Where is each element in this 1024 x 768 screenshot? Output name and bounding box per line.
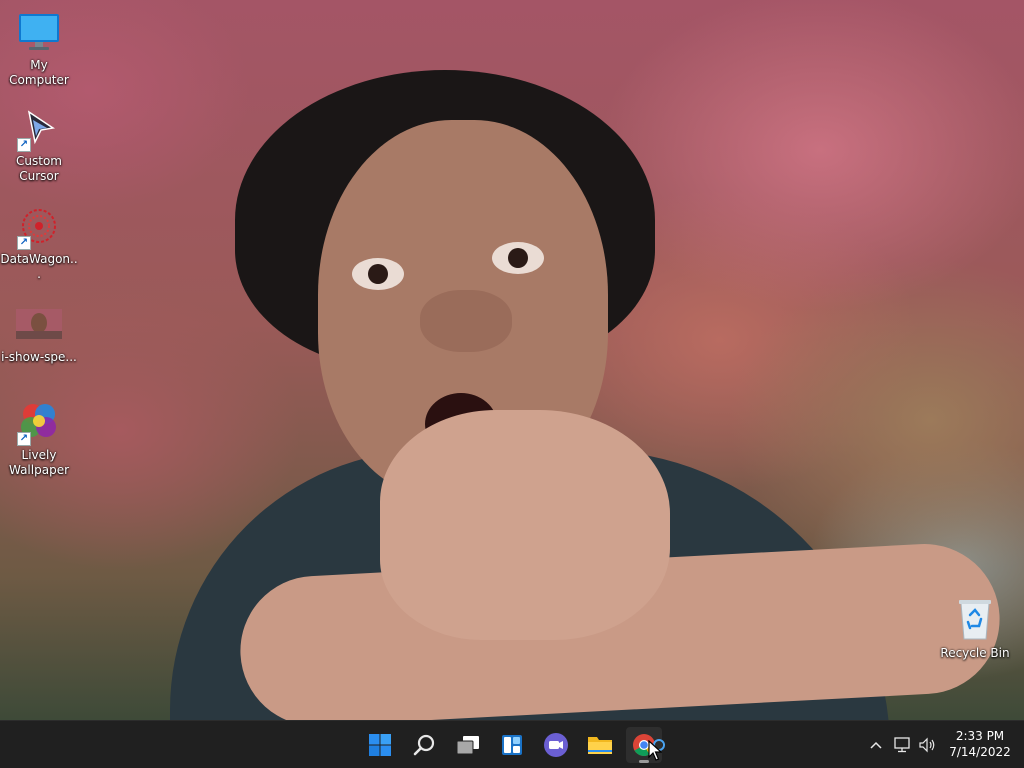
wallpaper-nose: [420, 290, 512, 352]
chevron-up-icon: [870, 741, 882, 749]
windows-start-icon: [369, 734, 391, 756]
task-view-button[interactable]: [450, 727, 486, 763]
red-circle-logo-icon: ↗: [15, 202, 63, 250]
desktop-icon-label: Custom Cursor: [16, 154, 62, 183]
desktop-icon-my-computer[interactable]: My Computer: [0, 8, 78, 88]
lively-wallpaper-icon: ↗: [15, 398, 63, 446]
file-explorer-button[interactable]: [582, 727, 618, 763]
search-icon: [413, 734, 435, 756]
wallpaper-left-eye: [352, 258, 404, 290]
clock-date: 7/14/2022: [949, 745, 1011, 759]
desktop-icon-label: DataWagon...: [0, 252, 78, 281]
shortcut-arrow-icon: ↗: [17, 432, 31, 446]
start-button[interactable]: [362, 727, 398, 763]
network-icon: [894, 737, 910, 753]
shortcut-arrow-icon: ↗: [17, 138, 31, 152]
show-hidden-icons-button[interactable]: [864, 733, 888, 757]
desktop-icon-custom-cursor[interactable]: ↗ Custom Cursor: [0, 104, 78, 184]
task-view-icon: [456, 736, 479, 755]
desktop-icon-lively-wallpaper[interactable]: ↗ Lively Wallpaper: [0, 398, 78, 478]
cursor-arrow-icon: ↗: [15, 104, 63, 152]
recycle-bin-icon: [951, 596, 999, 644]
video-chat-icon: [544, 733, 568, 757]
folder-icon: [588, 737, 612, 754]
desktop-icon-recycle-bin[interactable]: Recycle Bin: [936, 596, 1014, 661]
widgets-button[interactable]: [494, 727, 530, 763]
clock[interactable]: 2:33 PM 7/14/2022: [942, 728, 1018, 760]
mouse-pointer-icon: [648, 740, 662, 761]
wallpaper-right-eye: [492, 242, 544, 274]
wallpaper-fist: [380, 410, 670, 640]
search-button[interactable]: [406, 727, 442, 763]
desktop-icon-datawagon[interactable]: ↗ DataWagon...: [0, 202, 78, 282]
volume-button[interactable]: [916, 733, 940, 757]
taskbar: 2:33 PM 7/14/2022: [0, 720, 1024, 768]
network-button[interactable]: [891, 733, 915, 757]
shortcut-arrow-icon: ↗: [17, 236, 31, 250]
desktop-icon-label: Lively Wallpaper: [8, 448, 70, 477]
desktop-wallpaper[interactable]: [0, 0, 1024, 720]
desktop-icon-i-show-speed[interactable]: i-show-spe...: [0, 300, 78, 365]
image-thumbnail-icon: [15, 300, 63, 348]
monitor-icon: [15, 8, 63, 56]
clock-time: 2:33 PM: [955, 729, 1005, 743]
volume-icon: [919, 737, 935, 753]
desktop-icon-label: Recycle Bin: [940, 646, 1010, 660]
widgets-icon: [502, 735, 522, 755]
desktop-icon-label: My Computer: [9, 58, 69, 87]
chat-button[interactable]: [538, 727, 574, 763]
desktop-icon-label: i-show-spe...: [1, 350, 77, 364]
